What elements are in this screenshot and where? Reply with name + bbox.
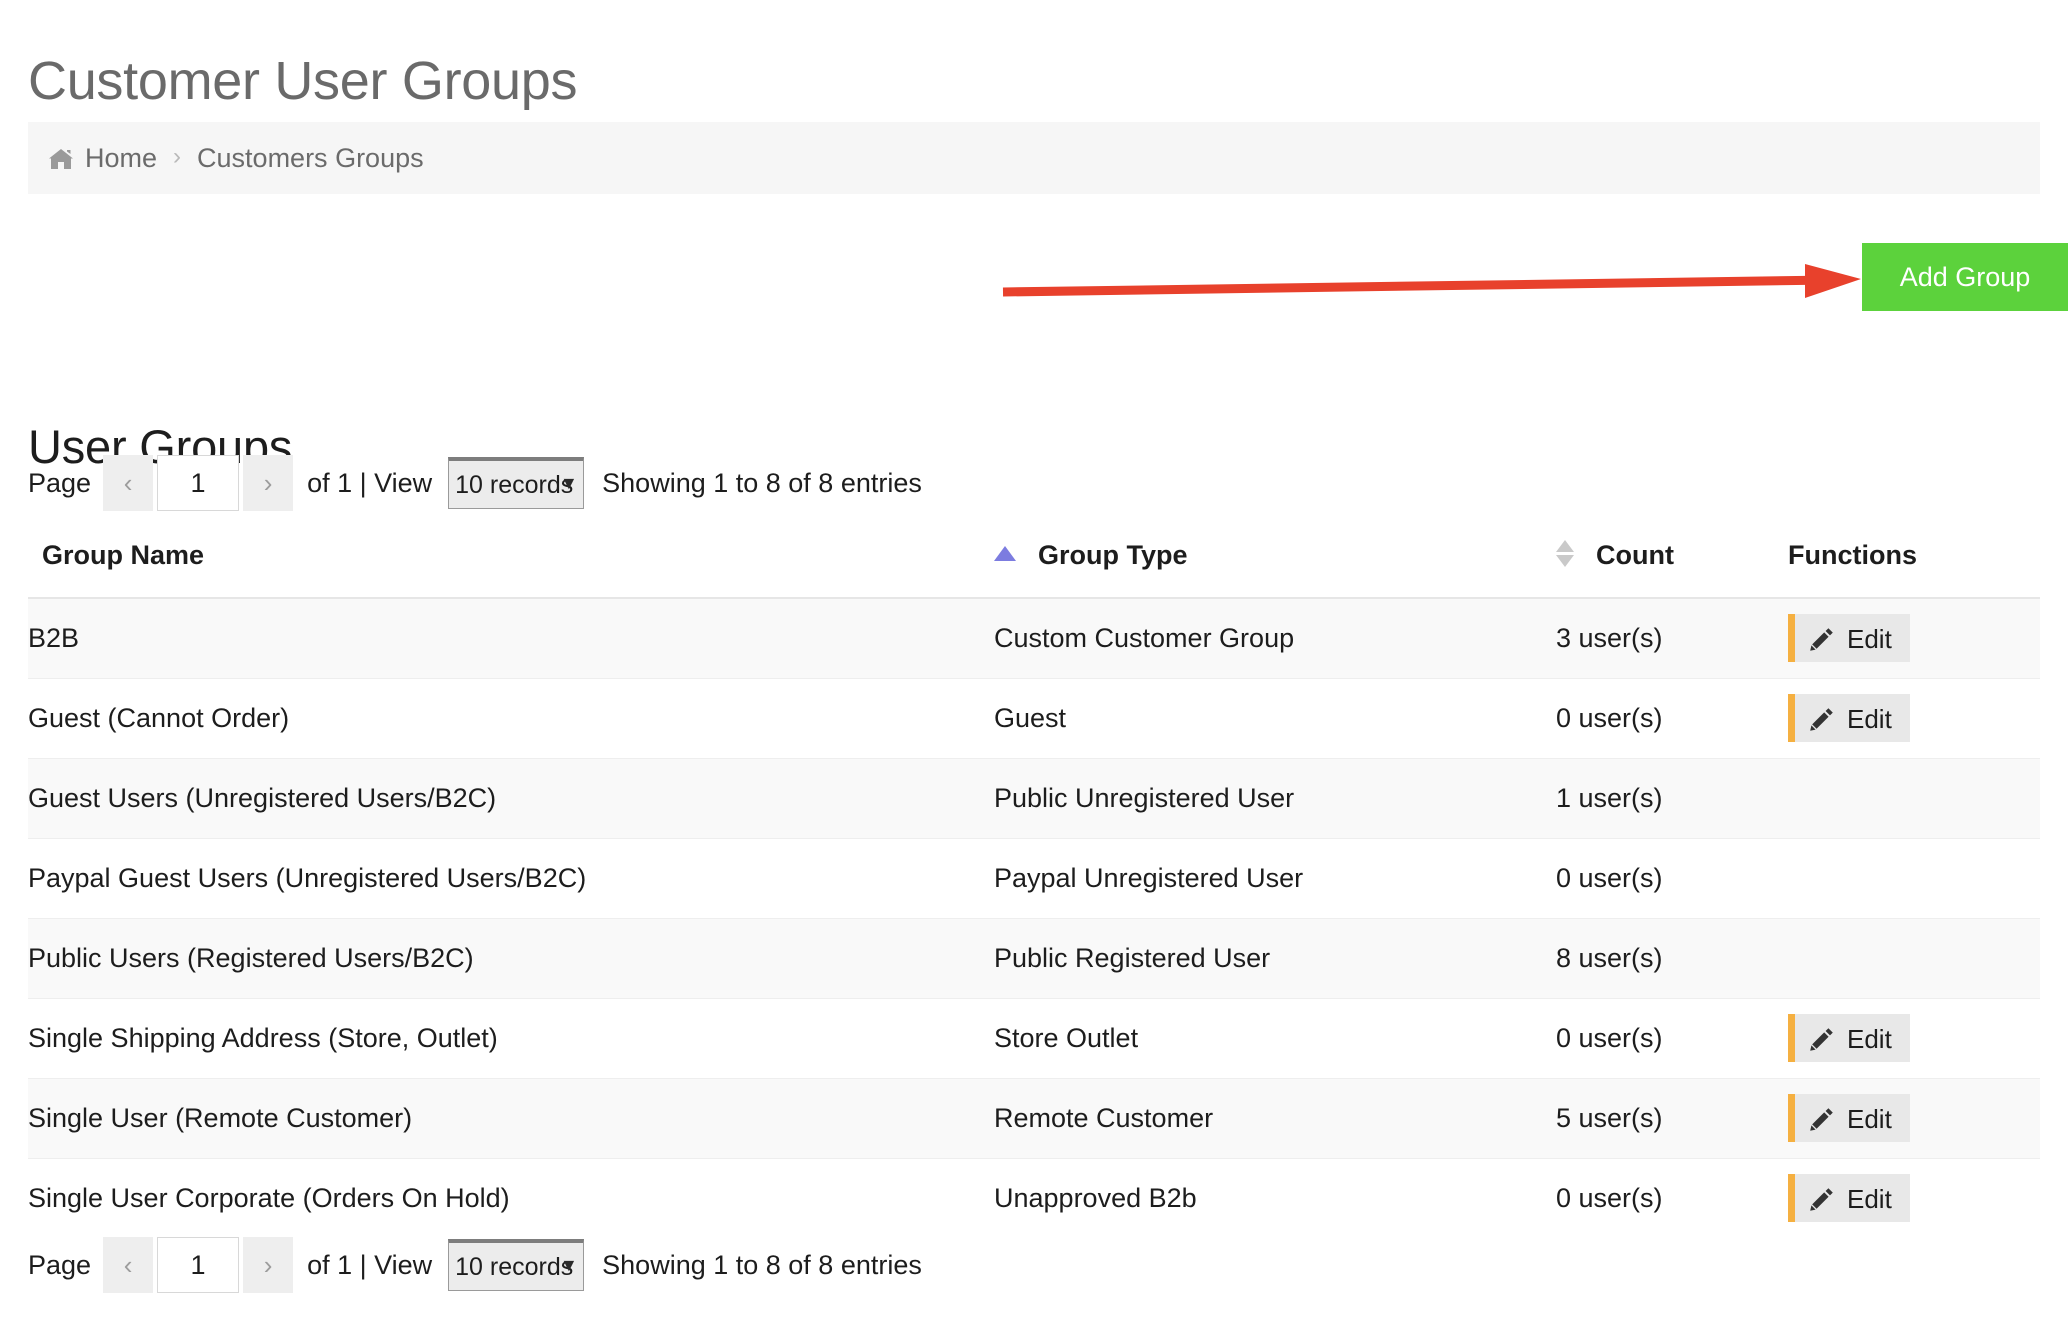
edit-button[interactable]: Edit (1788, 1174, 1910, 1223)
cell-functions: Edit (1788, 1078, 2040, 1159)
breadcrumb-current: Customers Groups (197, 142, 424, 173)
table-row: Public Users (Registered Users/B2C) Publi… (28, 918, 2040, 999)
cell-count: 1 user(s) (1556, 758, 1788, 839)
column-header-group-name-label: Group Name (42, 540, 205, 570)
pencil-icon (1809, 626, 1835, 652)
records-per-page-wrap: 10 records25 records50 records100 record… (446, 1239, 588, 1291)
sort-ascending-icon (994, 546, 1016, 561)
entries-summary: Showing 1 to 8 of 8 entries (602, 1249, 922, 1280)
column-header-count[interactable]: Count (1556, 540, 1788, 599)
pagination-bottom: Page ‹ › of 1 | View 10 records25 record… (28, 1237, 922, 1293)
table-row: Paypal Guest Users (Unregistered Users/B… (28, 838, 2040, 919)
page-number-input[interactable] (157, 455, 240, 511)
next-page-button[interactable]: › (243, 455, 294, 511)
page-number-input[interactable] (157, 1237, 240, 1293)
user-groups-table: Group Name Group Type Count Functions B2… (28, 540, 2040, 1238)
edit-button-label: Edit (1847, 1024, 1892, 1054)
cell-group-name: Public Users (Registered Users/B2C) (28, 918, 994, 999)
cell-group-name: Guest (Cannot Order) (28, 678, 994, 759)
pagination-label: Page (28, 1249, 92, 1280)
records-per-page-select[interactable]: 10 records25 records50 records100 record… (448, 1239, 585, 1291)
cell-functions: Edit (1788, 678, 2040, 759)
pencil-icon (1809, 706, 1835, 732)
chevron-right-icon: › (173, 143, 182, 170)
edit-button[interactable]: Edit (1788, 614, 1910, 663)
column-header-count-label: Count (1596, 540, 1674, 570)
page-title: Customer User Groups (28, 51, 578, 112)
table-row: Guest Users (Unregistered Users/B2C) Publ… (28, 758, 2040, 839)
table-head: Group Name Group Type Count Functions (28, 540, 2040, 599)
breadcrumb: Home › Customers Groups (28, 122, 2040, 194)
cell-functions: Edit (1788, 1158, 2040, 1238)
table-body: B2B Custom Customer Group 3 user(s) Edit Gue… (28, 598, 2040, 1238)
cell-group-name: Single User (Remote Customer) (28, 1078, 994, 1159)
cell-group-type: Guest (994, 678, 1556, 759)
column-header-functions: Functions (1788, 540, 2040, 599)
table-row: Single Shipping Address (Store, Outlet) S… (28, 998, 2040, 1079)
cell-count: 0 user(s) (1556, 838, 1788, 919)
breadcrumb-link-home[interactable]: Home (85, 143, 157, 174)
cell-functions (1788, 838, 2040, 919)
edit-button[interactable]: Edit (1788, 1094, 1910, 1142)
table-row: Single User Corporate (Orders On Hold) Un… (28, 1158, 2040, 1238)
cell-group-name: Paypal Guest Users (Unregistered Users/B… (28, 838, 994, 919)
page-root: Customer User Groups Home › Customers Gr… (0, 0, 2068, 1322)
cell-count: 3 user(s) (1556, 598, 1788, 679)
pagination-of-text: of 1 | View (307, 467, 433, 498)
table-row: Single User (Remote Customer) Remote Cust… (28, 1078, 2040, 1159)
records-per-page-wrap: 10 records25 records50 records100 record… (446, 457, 588, 509)
column-header-functions-label: Functions (1788, 540, 1917, 570)
entries-summary: Showing 1 to 8 of 8 entries (602, 467, 922, 498)
sort-unsorted-icon (1556, 540, 1574, 567)
next-page-button[interactable]: › (243, 1237, 294, 1293)
column-header-group-type[interactable]: Group Type (994, 540, 1556, 599)
cell-group-type: Remote Customer (994, 1078, 1556, 1159)
cell-group-name: Single Shipping Address (Store, Outlet) (28, 998, 994, 1079)
cell-group-name: B2B (28, 598, 994, 679)
table-row: B2B Custom Customer Group 3 user(s) Edit (28, 598, 2040, 679)
pagination-of-text: of 1 | View (307, 1249, 433, 1280)
cell-count: 8 user(s) (1556, 918, 1788, 999)
edit-button-label: Edit (1847, 1104, 1892, 1134)
table-row: Guest (Cannot Order) Guest 0 user(s) Edit (28, 678, 2040, 759)
column-header-group-type-label: Group Type (1038, 540, 1188, 570)
edit-button-label: Edit (1847, 704, 1892, 734)
cell-count: 0 user(s) (1556, 1158, 1788, 1238)
prev-page-button[interactable]: ‹ (103, 1237, 154, 1293)
cell-count: 0 user(s) (1556, 678, 1788, 759)
cell-group-type: Paypal Unregistered User (994, 838, 1556, 919)
cell-count: 0 user(s) (1556, 998, 1788, 1079)
pencil-icon (1809, 1186, 1835, 1212)
pencil-icon (1809, 1106, 1835, 1132)
annotation-arrow (995, 250, 1875, 312)
records-per-page-select[interactable]: 10 records25 records50 records100 record… (448, 457, 585, 509)
cell-functions (1788, 918, 2040, 999)
pagination-top: Page ‹ › of 1 | View 10 records25 record… (28, 455, 922, 511)
edit-button-label: Edit (1847, 624, 1892, 655)
cell-count: 5 user(s) (1556, 1078, 1788, 1159)
home-icon (48, 148, 74, 170)
add-group-button[interactable]: Add Group (1862, 243, 2068, 311)
cell-functions: Edit (1788, 598, 2040, 679)
cell-group-type: Public Registered User (994, 918, 1556, 999)
column-header-group-name[interactable]: Group Name (28, 540, 994, 599)
edit-button-label: Edit (1847, 1184, 1892, 1215)
cell-group-type: Unapproved B2b (994, 1158, 1556, 1238)
cell-group-name: Single User Corporate (Orders On Hold) (28, 1158, 994, 1238)
cell-group-type: Public Unregistered User (994, 758, 1556, 839)
pagination-label: Page (28, 467, 92, 498)
pencil-icon (1809, 1026, 1835, 1052)
cell-group-type: Store Outlet (994, 998, 1556, 1079)
prev-page-button[interactable]: ‹ (103, 455, 154, 511)
cell-functions (1788, 758, 2040, 839)
cell-functions: Edit (1788, 998, 2040, 1079)
cell-group-name: Guest Users (Unregistered Users/B2C) (28, 758, 994, 839)
cell-group-type: Custom Customer Group (994, 598, 1556, 679)
edit-button[interactable]: Edit (1788, 694, 1910, 742)
edit-button[interactable]: Edit (1788, 1014, 1910, 1062)
table-header-row: Group Name Group Type Count Functions (28, 540, 2040, 599)
